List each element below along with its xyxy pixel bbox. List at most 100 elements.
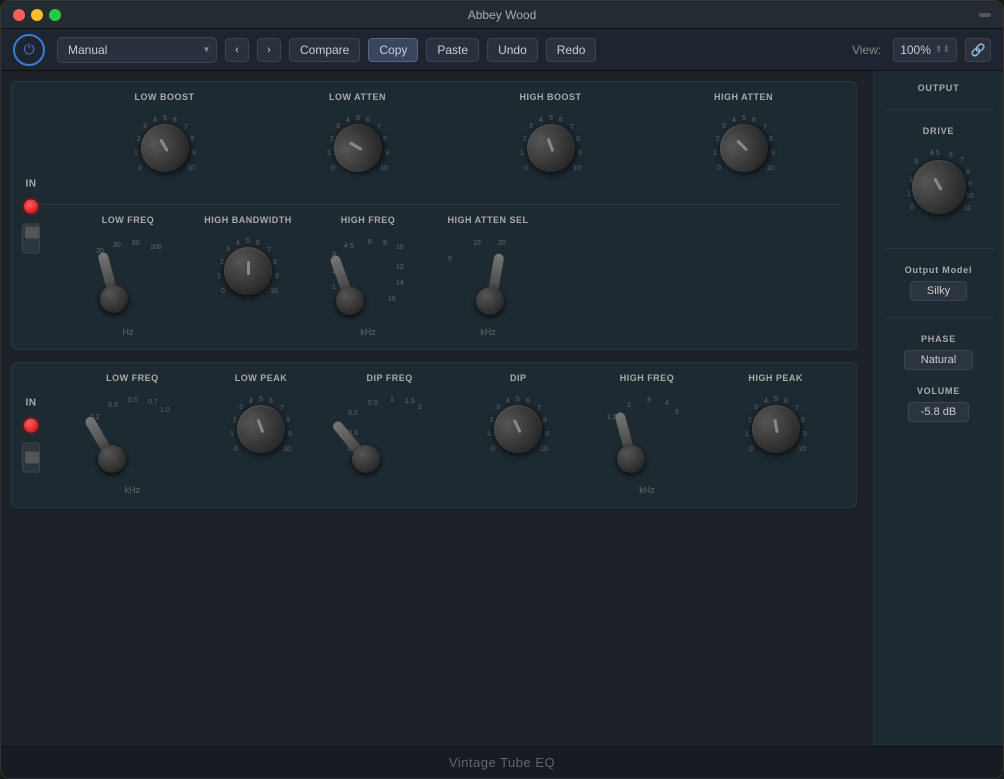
high-atten-sel-lever: 5 10 20	[438, 231, 538, 321]
panel2-led[interactable]	[24, 419, 38, 433]
svg-text:4 5: 4 5	[344, 243, 354, 250]
low-atten-label: LOW ATTEN	[329, 92, 386, 102]
high-bandwidth-knob-container: 4 5 6 3 7 2 8 1 9 0 10	[208, 231, 288, 311]
output-model-selector[interactable]: Silky	[910, 281, 967, 301]
view-stepper-icon[interactable]: ⬆⬇	[935, 44, 950, 55]
knob-indicator-icon	[247, 261, 250, 275]
svg-text:0.5: 0.5	[368, 400, 378, 407]
svg-text:6: 6	[752, 117, 756, 124]
svg-text:4: 4	[249, 398, 253, 405]
high-atten-sel-group: HIGH ATTEN SEL 5 10 20 kHz	[438, 215, 538, 337]
high-freq-lever-base[interactable]	[336, 287, 364, 315]
minimize-button[interactable]	[31, 9, 43, 21]
low-atten-group: LOW ATTEN 4 5 6 3 7 2 8 1 9	[308, 92, 408, 188]
p2-dip-freq-lever-base[interactable]	[352, 445, 380, 473]
panel1-divider	[28, 204, 840, 205]
svg-text:2: 2	[748, 417, 752, 424]
svg-text:4: 4	[236, 240, 240, 247]
svg-text:0.7: 0.7	[148, 399, 158, 406]
svg-text:4: 4	[346, 117, 350, 124]
svg-text:7: 7	[537, 405, 541, 412]
panel2-toggle[interactable]	[22, 443, 40, 473]
svg-text:3: 3	[529, 123, 533, 130]
compare-button[interactable]: Compare	[289, 38, 360, 62]
close-button[interactable]	[13, 9, 25, 21]
svg-text:5: 5	[675, 409, 679, 416]
p2-high-peak-knob-container: 4 5 6 3 7 2 8 1 9 0 10	[736, 389, 816, 469]
svg-text:2: 2	[137, 136, 141, 143]
high-boost-label: HIGH BOOST	[519, 92, 581, 102]
panel1-led[interactable]	[24, 199, 38, 213]
svg-text:2: 2	[220, 259, 224, 266]
panel2-in-label: IN	[26, 398, 37, 409]
low-freq-lever-base[interactable]	[100, 285, 128, 313]
svg-text:14: 14	[396, 280, 404, 287]
svg-text:1: 1	[745, 431, 749, 438]
svg-text:5: 5	[516, 396, 520, 403]
svg-text:7: 7	[280, 405, 284, 412]
high-freq-p1-unit: kHz	[360, 327, 376, 337]
panel1-toggle[interactable]	[22, 223, 40, 253]
redo-button[interactable]: Redo	[546, 38, 597, 62]
svg-text:8: 8	[966, 169, 970, 176]
p2-high-freq-lever-base[interactable]	[617, 445, 645, 473]
eq-panels: IN LOW BOOST 4 5	[1, 71, 873, 746]
svg-text:9: 9	[968, 181, 972, 188]
knob-indicator-icon	[348, 142, 362, 152]
svg-text:30: 30	[113, 242, 121, 249]
next-button[interactable]: ›	[257, 38, 281, 62]
svg-text:3: 3	[143, 123, 147, 130]
p2-high-freq-unit: kHz	[639, 485, 655, 495]
svg-text:3: 3	[336, 123, 340, 130]
svg-text:20: 20	[498, 240, 506, 247]
phase-selector[interactable]: Natural	[904, 350, 973, 370]
drive-label: DRIVE	[923, 126, 955, 136]
svg-text:1: 1	[332, 284, 336, 291]
svg-text:3: 3	[496, 404, 500, 411]
svg-text:1: 1	[713, 150, 717, 157]
svg-text:1: 1	[217, 273, 221, 280]
svg-text:0: 0	[234, 446, 238, 453]
maximize-button[interactable]	[49, 9, 61, 21]
link-button[interactable]: 🔗	[965, 38, 991, 62]
svg-text:9: 9	[385, 150, 389, 157]
volume-label: VOLUME	[917, 386, 960, 396]
high-boost-group: HIGH BOOST 4 5 6 3 7 2 8 1 9	[501, 92, 601, 188]
svg-text:100: 100	[150, 244, 162, 251]
svg-text:1.0: 1.0	[160, 407, 170, 414]
power-button[interactable]: ⏻	[13, 34, 45, 66]
panel1-in-label: IN	[26, 178, 37, 189]
svg-text:9: 9	[578, 150, 582, 157]
view-label: View:	[852, 43, 881, 57]
svg-text:6: 6	[526, 398, 530, 405]
svg-text:1.5: 1.5	[405, 398, 415, 405]
svg-text:3: 3	[226, 246, 230, 253]
svg-text:3: 3	[722, 123, 726, 130]
svg-text:7: 7	[184, 124, 188, 131]
high-bandwidth-knob[interactable]	[224, 247, 272, 295]
paste-button[interactable]: Paste	[426, 38, 479, 62]
svg-text:8: 8	[769, 136, 773, 143]
p2-high-peak-label: HIGH PEAK	[748, 373, 803, 383]
output-section: OUTPUT	[884, 83, 993, 93]
sidebar-divider-3	[884, 317, 993, 318]
high-atten-sel-unit: kHz	[480, 327, 496, 337]
svg-text:0: 0	[491, 446, 495, 453]
prev-button[interactable]: ‹	[225, 38, 249, 62]
svg-text:2: 2	[716, 136, 720, 143]
p2-high-freq-scale: 1.5 2 3 4 5	[597, 389, 697, 479]
svg-text:2: 2	[523, 136, 527, 143]
p2-low-freq-group: LOW FREQ 0.2 0.3 0.5 0.7 1.0	[82, 373, 182, 495]
window-controls	[13, 9, 61, 21]
bottom-bar-text: Vintage Tube EQ	[449, 755, 555, 770]
undo-button[interactable]: Undo	[487, 38, 538, 62]
preset-dropdown[interactable]: Manual	[57, 37, 217, 63]
drive-knob-container: 4 5 6 7 3 8 2 9 1 10 0 11	[894, 142, 984, 232]
high-atten-sel-lever-base[interactable]	[476, 287, 504, 315]
svg-text:8: 8	[273, 259, 277, 266]
high-freq-p1-label: HIGH FREQ	[341, 215, 396, 225]
copy-button[interactable]: Copy	[368, 38, 418, 62]
knob-indicator-icon	[158, 139, 168, 153]
svg-text:12: 12	[396, 264, 404, 271]
svg-text:10: 10	[380, 165, 388, 172]
